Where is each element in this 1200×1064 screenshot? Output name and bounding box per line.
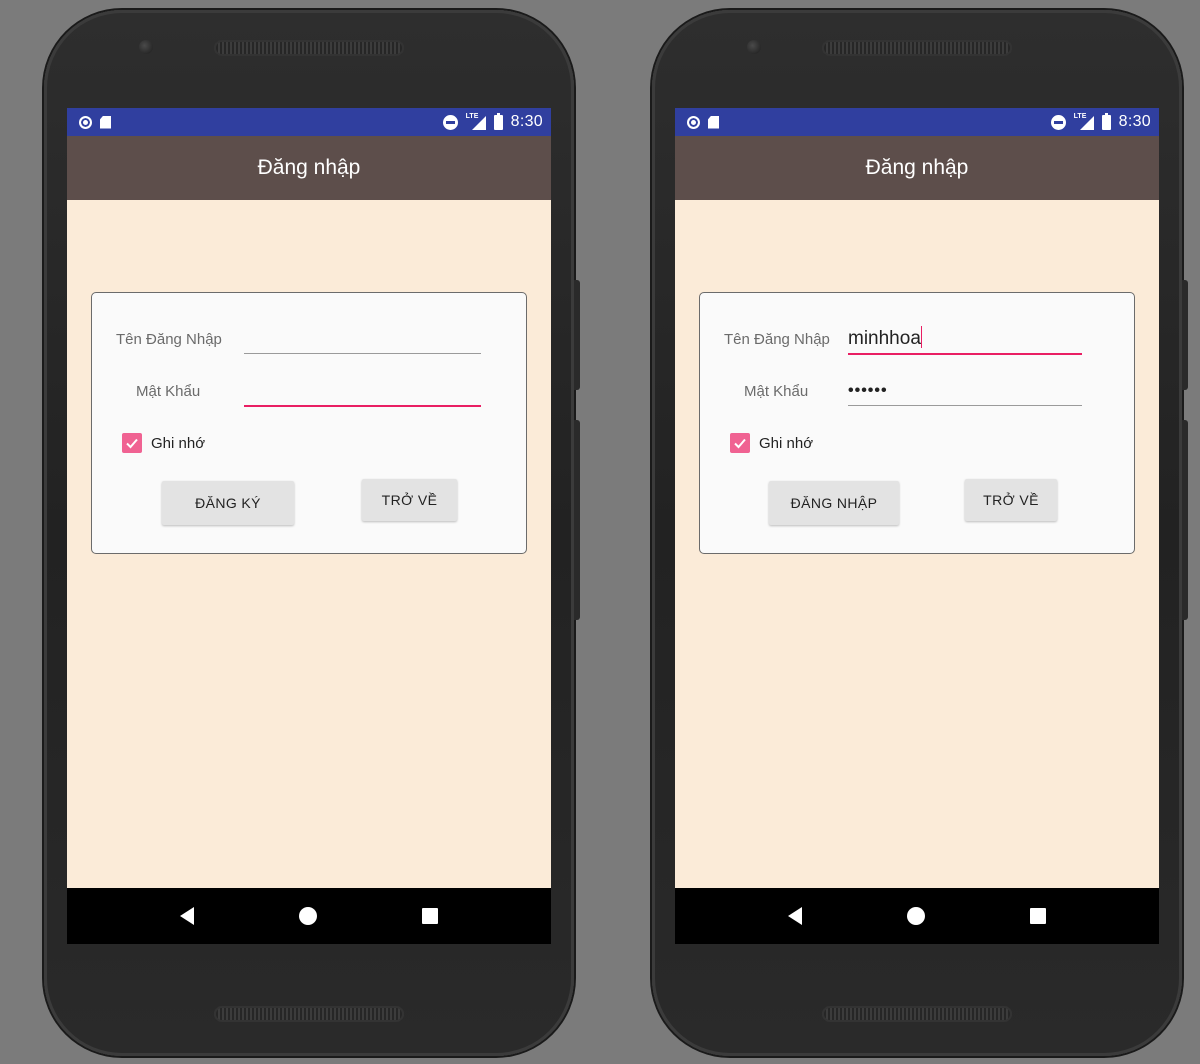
do-not-disturb-icon	[1050, 114, 1066, 130]
earpiece-speaker	[822, 40, 1012, 56]
notification-circle-icon	[79, 115, 92, 129]
nav-back-icon[interactable]	[787, 907, 802, 925]
front-camera	[139, 40, 153, 54]
login-card: Tên Đăng Nhập Mật Khẩu Ghi nhớ ĐĂNG KÝ T…	[91, 292, 527, 554]
login-button[interactable]: ĐĂNG NHẬP	[769, 481, 899, 525]
remember-label: Ghi nhớ	[151, 434, 206, 452]
username-field[interactable]	[244, 325, 481, 354]
username-field[interactable]: minhhoa	[848, 325, 1082, 355]
screen: LTE 8:30 Đăng nhập Tên Đăng Nhập Mật Khẩ…	[67, 108, 551, 944]
nav-recents-icon[interactable]	[1030, 908, 1047, 924]
app-bar-title: Đăng nhập	[865, 156, 969, 179]
remember-checkbox[interactable]	[730, 433, 750, 453]
status-bar: LTE 8:30	[67, 108, 551, 136]
network-type-label: LTE	[465, 112, 479, 120]
battery-charging-icon	[493, 112, 503, 130]
sd-card-icon	[100, 115, 111, 129]
text-caret	[920, 326, 923, 348]
remember-row[interactable]: Ghi nhớ	[730, 433, 813, 453]
back-button[interactable]: TRỞ VỀ	[362, 479, 457, 521]
sd-card-icon	[708, 115, 719, 129]
lte-signal-icon: LTE	[465, 112, 486, 130]
password-label: Mật Khẩu	[136, 383, 201, 400]
volume-button	[1182, 280, 1188, 390]
login-card: Tên Đăng Nhập minhhoa Mật Khẩu •••••• Gh…	[699, 292, 1135, 554]
navigation-bar	[675, 888, 1159, 944]
bottom-speaker	[822, 1006, 1012, 1022]
back-button[interactable]: TRỞ VỀ	[965, 479, 1057, 521]
volume-button	[574, 280, 580, 390]
checkmark-icon	[126, 438, 138, 449]
front-camera	[747, 40, 761, 54]
earpiece-speaker	[214, 40, 404, 56]
app-bar: Đăng nhập	[675, 136, 1159, 200]
status-bar: LTE 8:30	[675, 108, 1159, 136]
status-time: 8:30	[1118, 113, 1151, 130]
password-label: Mật Khẩu	[744, 383, 809, 400]
nav-back-icon[interactable]	[179, 907, 194, 925]
do-not-disturb-icon	[442, 114, 458, 130]
username-row: Tên Đăng Nhập minhhoa	[700, 321, 1134, 361]
nav-home-icon[interactable]	[906, 907, 925, 925]
register-button[interactable]: ĐĂNG KÝ	[162, 481, 294, 525]
username-label: Tên Đăng Nhập	[116, 331, 222, 348]
power-button	[574, 420, 580, 620]
screen: LTE 8:30 Đăng nhập Tên Đăng Nhập minhhoa…	[675, 108, 1159, 944]
battery-charging-icon	[1101, 112, 1111, 130]
lte-signal-icon: LTE	[1073, 112, 1094, 130]
username-value: minhhoa	[848, 328, 921, 349]
password-row: Mật Khẩu ••••••	[700, 373, 1134, 413]
remember-checkbox[interactable]	[122, 433, 142, 453]
password-field[interactable]	[244, 377, 481, 407]
nav-recents-icon[interactable]	[422, 908, 439, 924]
notification-circle-icon	[687, 115, 700, 129]
power-button	[1182, 420, 1188, 620]
username-row: Tên Đăng Nhập	[92, 321, 526, 361]
remember-row[interactable]: Ghi nhớ	[122, 433, 205, 453]
checkmark-icon	[734, 438, 746, 449]
phone-frame-right: LTE 8:30 Đăng nhập Tên Đăng Nhập minhhoa…	[652, 10, 1188, 1056]
password-row: Mật Khẩu	[92, 373, 526, 413]
app-bar-title: Đăng nhập	[257, 156, 361, 179]
username-label: Tên Đăng Nhập	[724, 331, 830, 348]
remember-label: Ghi nhớ	[759, 434, 814, 452]
phone-frame-left: LTE 8:30 Đăng nhập Tên Đăng Nhập Mật Khẩ…	[44, 10, 580, 1056]
navigation-bar	[67, 888, 551, 944]
app-bar: Đăng nhập	[67, 136, 551, 200]
network-type-label: LTE	[1073, 112, 1087, 120]
status-time: 8:30	[510, 113, 543, 130]
password-field[interactable]: ••••••	[848, 377, 1082, 406]
bottom-speaker	[214, 1006, 404, 1022]
nav-home-icon[interactable]	[298, 907, 317, 925]
